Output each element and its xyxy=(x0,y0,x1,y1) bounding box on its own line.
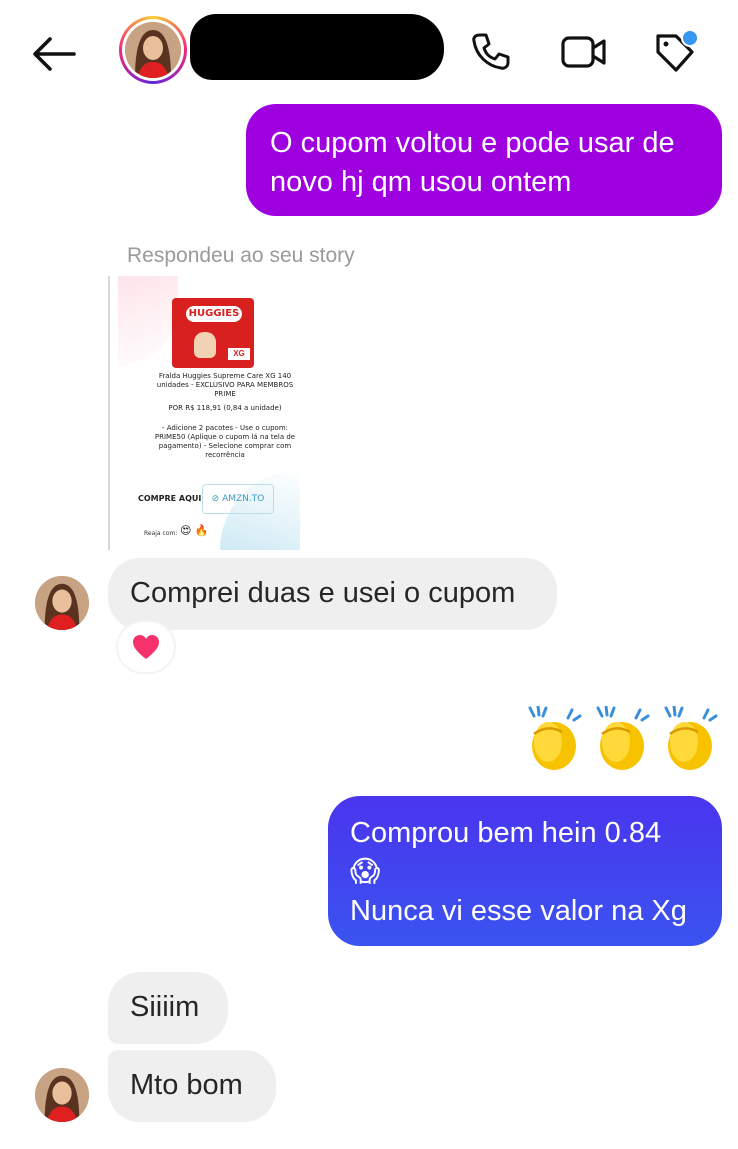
story-steps: - Adicione 2 pacotes - Use o cupom: PRIM… xyxy=(154,424,296,459)
arrow-left-icon xyxy=(33,37,76,71)
message-text: Mto bom xyxy=(130,1069,243,1101)
sent-message[interactable]: Comprou bem hein 0.84 😱 Nunca vi esse va… xyxy=(328,796,722,946)
heart-icon xyxy=(133,635,159,659)
profile-photo xyxy=(35,576,89,630)
sender-avatar[interactable] xyxy=(35,576,89,630)
baby-illustration xyxy=(194,332,216,358)
message-text: O cupom voltou e pode usar de xyxy=(270,127,675,159)
tag-button[interactable] xyxy=(652,28,700,76)
received-message[interactable]: Comprei duas e usei o cupom xyxy=(108,558,557,630)
message-text: Siiiim xyxy=(130,991,200,1023)
received-message[interactable]: Mto bom xyxy=(108,1050,276,1122)
story-price: POR R$ 118,91 (0,84 a unidade) xyxy=(168,404,282,412)
contact-avatar[interactable] xyxy=(119,16,187,84)
size-tag: XG xyxy=(228,348,250,360)
story-cta: COMPRE AQUI xyxy=(138,494,202,503)
sent-emoji-message[interactable] xyxy=(522,706,720,772)
video-call-button[interactable] xyxy=(560,28,608,76)
profile-photo xyxy=(35,1068,89,1122)
sender-avatar[interactable] xyxy=(35,1068,89,1122)
redacted-username xyxy=(190,14,444,80)
brand-logo: HUGGIES xyxy=(186,306,242,322)
decor-shape xyxy=(118,276,178,366)
phone-icon xyxy=(472,33,510,70)
story-link-sticker: ⊘ AMZN.TO xyxy=(202,484,274,514)
audio-call-button[interactable] xyxy=(466,28,514,76)
profile-photo xyxy=(125,22,181,78)
message-reaction[interactable] xyxy=(118,622,174,672)
sent-message[interactable]: O cupom voltou e pode usar de novo hj qm… xyxy=(246,104,722,216)
link-icon: ⊘ xyxy=(211,494,223,504)
story-preview[interactable]: HUGGIES XG Fralda Huggies Supreme Care X… xyxy=(108,276,300,550)
chat-header xyxy=(0,0,738,108)
clapping-hands-icon xyxy=(528,706,582,770)
scream-emoji-icon: 😱 xyxy=(350,856,381,888)
react-emojis-icon: 😍 🔥 xyxy=(180,525,209,537)
back-button[interactable] xyxy=(28,30,80,78)
link-text: AMZN.TO xyxy=(222,494,265,504)
clapping-hands-icon xyxy=(664,706,718,770)
message-text: Comprei duas e usei o cupom xyxy=(130,577,516,609)
story-reply-label: Respondeu ao seu story xyxy=(127,244,355,267)
clapping-hands-icon xyxy=(596,706,650,770)
tag-icon xyxy=(656,29,699,72)
story-title: Fralda Huggies Supreme Care XG 140 unida… xyxy=(156,372,294,398)
message-text: novo hj qm usou ontem xyxy=(270,166,572,198)
message-text: Comprou bem hein 0.84 xyxy=(350,817,662,849)
message-text: Nunca vi esse valor na Xg xyxy=(350,895,687,927)
react-label: Reaja com: xyxy=(144,530,178,537)
received-message[interactable]: Siiiim xyxy=(108,972,228,1044)
video-camera-icon xyxy=(561,36,606,68)
diaper-pack-image: HUGGIES XG xyxy=(172,298,254,368)
